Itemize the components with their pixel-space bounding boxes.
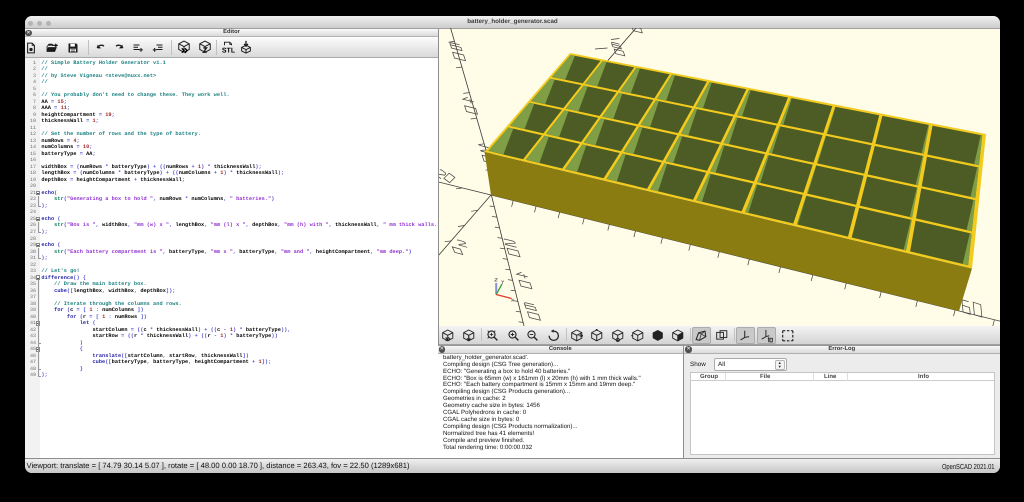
svg-text:STL: STL (222, 46, 235, 54)
